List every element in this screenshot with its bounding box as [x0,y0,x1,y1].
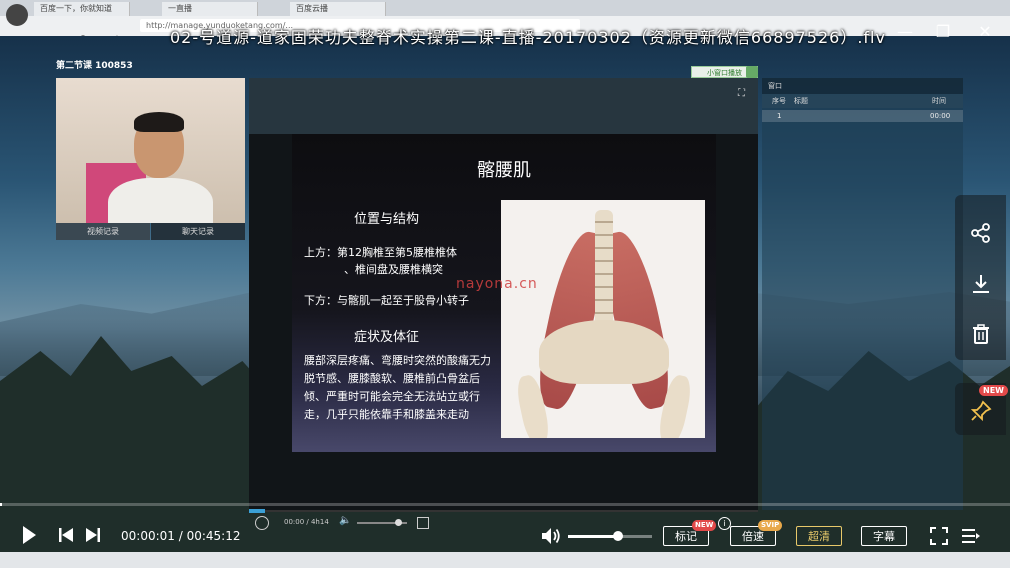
download-icon[interactable] [970,273,992,295]
inner-volume-icon[interactable]: 🔈 [339,515,351,526]
next-icon[interactable] [84,524,102,546]
browser-tab[interactable]: 一直播 [162,2,258,16]
share-icon[interactable] [970,222,992,244]
tab-chat-record[interactable]: 聊天记录 [151,223,245,240]
course-label: 第二节课 100853 [56,61,133,71]
inner-time: 00:00 / 4h14 [284,518,329,526]
video-title: 02-号道源-道家固荣功夫整脊术实操第二课-直播-20170302（资源更新微信… [170,28,886,47]
col-num: 序号 [772,97,786,105]
subtitle-button[interactable]: 字幕 [861,526,907,546]
inner-controls: 00:00 / 4h14 🔈 [249,513,449,533]
chat-header: 窗口 [762,78,963,94]
avatar [6,4,28,26]
time-display: 00:00:01 / 00:45:12 [121,529,240,543]
row-num: 1 [777,112,782,120]
trash-icon[interactable] [970,323,992,345]
svip-badge: SVIP [758,520,783,531]
anatomy-illustration [501,200,705,438]
quality-button[interactable]: 超清 [796,526,842,546]
progress-track[interactable] [0,503,1010,506]
row-time: 00:00 [930,112,951,120]
tab-video-record[interactable]: 视频记录 [56,223,150,240]
fullscreen-icon[interactable] [930,527,948,545]
total-time: 00:45:12 [186,529,241,543]
watermark-text: nayona.cn [456,276,538,292]
chat-panel [762,78,963,510]
inner-volume-knob[interactable] [395,519,402,526]
col-time: 时间 [932,97,946,105]
table-row[interactable]: 1 00:00 [762,110,963,122]
slide-title: 髂腰肌 [477,160,531,181]
inner-progress-track[interactable] [249,510,758,512]
new-badge: NEW [979,385,1008,396]
previous-icon[interactable] [57,524,75,546]
slide-section-heading: 症状及体征 [354,330,420,345]
new-badge: NEW [692,520,717,531]
time-separator: / [174,529,187,543]
volume-fill [568,535,619,538]
playlist-icon[interactable] [961,527,981,545]
slide-paragraph: 腰部深层疼痛、弯腰时突然的酸痛无力脱节感、腰膝酸软、腰椎前凸骨盆后倾、严重时可能… [304,354,491,421]
inner-play-icon[interactable] [255,516,269,530]
lecture-slide: 髂腰肌 位置与结构 上方：第12胸椎至第5腰椎椎体 、椎间盘及腰椎横突 下方：与… [292,134,716,452]
volume-icon[interactable] [540,526,562,546]
webcam-feed [56,78,245,223]
browser-tabbar: 百度一下，你就知道 一直播 百度云播 [0,0,1010,16]
pin-icon[interactable] [970,400,992,422]
slide-section-heading: 位置与结构 [354,212,420,227]
expand-icon[interactable]: ⛶ [738,88,745,99]
minimize-icon[interactable]: — [893,22,917,41]
settings-icon[interactable] [746,66,758,78]
slide-text: 上方：第12胸椎至第5腰椎椎体 [304,246,457,259]
inner-fullscreen-icon[interactable] [417,517,429,529]
slide-text: 、椎间盘及腰椎横突 [344,263,443,276]
status-bar [0,552,1010,568]
browser-tab[interactable]: 百度云播 [290,2,386,16]
cam-tabs: 视频记录 聊天记录 [56,223,245,240]
slide-text: 下方：与髂肌一起至于股骨小转子 [304,294,469,307]
side-toolbar [955,195,1006,360]
current-time: 00:00:01 [121,529,175,543]
chat-columns: 序号 标题 时间 [762,94,963,108]
progress-fill [0,503,2,506]
maximize-icon[interactable]: ❐ [931,22,955,41]
video-top-band [249,78,758,134]
browser-tab[interactable]: 百度一下，你就知道 [34,2,130,16]
col-title: 标题 [794,97,808,105]
close-icon[interactable]: ✕ [973,22,997,41]
play-icon[interactable] [20,524,38,546]
